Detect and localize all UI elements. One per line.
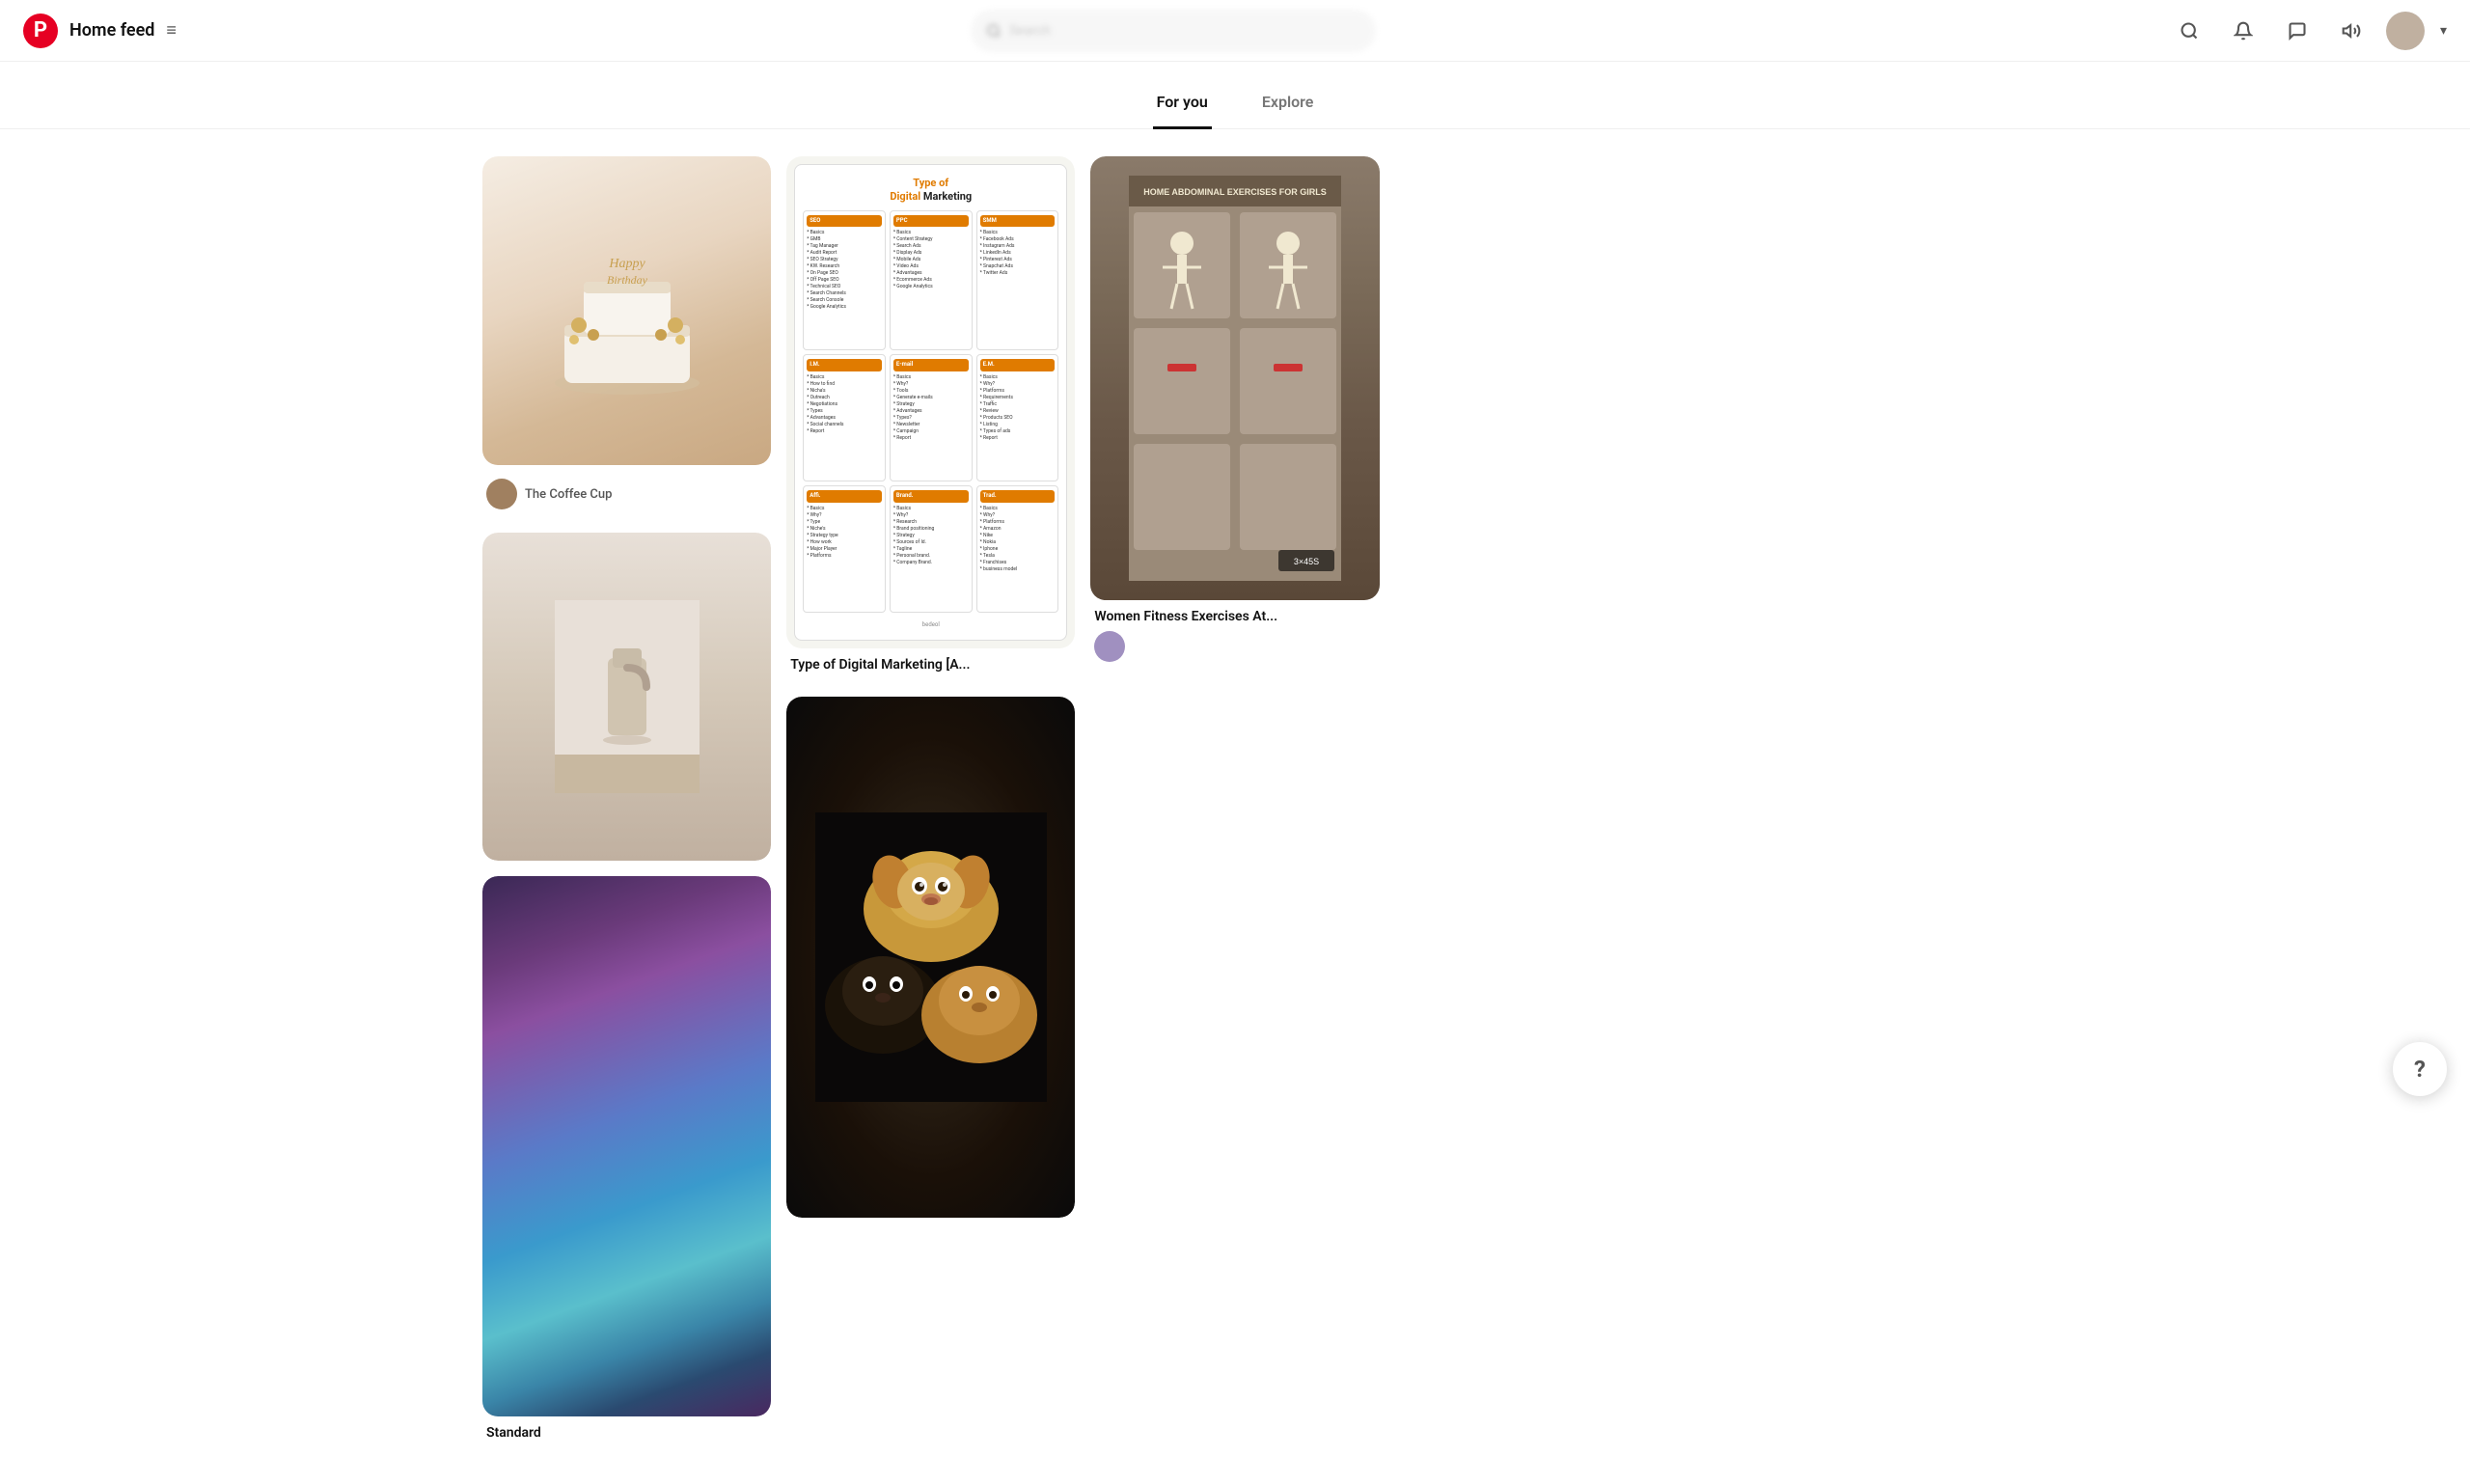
chat-icon <box>2288 21 2307 41</box>
pin-image-fitness: HOME ABDOMINAL EXERCISES FOR GIRLS <box>1090 156 1379 600</box>
dm-cell-email: E-mail * Basics* Why?* Tools* Generate e… <box>890 354 973 481</box>
user-avatar-cake <box>486 479 517 509</box>
tab-explore[interactable]: Explore <box>1258 77 1318 129</box>
svg-text:3×45S: 3×45S <box>1294 557 1319 566</box>
dm-inner: Type of Digital Marketing SEO * Basics* … <box>794 164 1067 641</box>
pinterest-logo[interactable]: P <box>23 14 58 48</box>
svg-text:Birthday: Birthday <box>607 273 648 287</box>
search-placeholder: Search <box>1009 23 1051 39</box>
header-left: P Home feed ≡ <box>23 14 177 48</box>
announcements-button[interactable] <box>2332 12 2371 50</box>
main-content: Happy Birthday The Coffee Cup <box>0 137 2470 1484</box>
user-avatar-fitness <box>1094 631 1125 662</box>
search-button[interactable] <box>2170 12 2209 50</box>
dm-cell-brand: Brand. * Basics* Why?* Research* Brand p… <box>890 485 973 613</box>
messages-button[interactable] <box>2278 12 2317 50</box>
pin-title-fitness: Women Fitness Exercises At... <box>1094 608 1375 625</box>
avatar[interactable] <box>2386 12 2425 50</box>
dm-footer: bedeol <box>803 618 1058 628</box>
dm-cell-affi: Affi. * Basics* Why?* Type* Niche's* Str… <box>803 485 886 613</box>
pin-image-abstract <box>482 876 771 1416</box>
dm-cell-ppc: PPC * Basics* Content Strategy* Search A… <box>890 210 973 351</box>
menu-icon[interactable]: ≡ <box>166 20 177 41</box>
interior-illustration <box>555 600 700 793</box>
notifications-button[interactable] <box>2224 12 2263 50</box>
header-center: Search <box>177 10 2170 52</box>
masonry-grid: Happy Birthday The Coffee Cup <box>482 156 1988 1465</box>
pin-card-interior[interactable] <box>482 533 771 861</box>
pin-card-fitness[interactable]: HOME ABDOMINAL EXERCISES FOR GIRLS <box>1090 156 1379 670</box>
dm-cell-smm: SMM * Basics* Facebook Ads* Instagram Ad… <box>976 210 1059 351</box>
pin-image-cake: Happy Birthday <box>482 156 771 465</box>
pin-title-digital-marketing: Type of Digital Marketing [A... <box>790 656 1071 673</box>
header: P Home feed ≡ Search <box>0 0 2470 62</box>
search-icon-header <box>2180 21 2199 41</box>
pin-image-interior <box>482 533 771 861</box>
pin-image-puppies <box>786 697 1075 1218</box>
puppies-illustration <box>815 812 1047 1102</box>
pin-image-digital-marketing: Type of Digital Marketing SEO * Basics* … <box>786 156 1075 648</box>
pin-user-row-cake: The Coffee Cup <box>486 479 767 509</box>
dm-cell-im: I.M. * Basics* How to find* Nicha's* Out… <box>803 354 886 481</box>
pin-info-cake: The Coffee Cup <box>482 465 771 517</box>
svg-text:HOME ABDOMINAL EXERCISES FOR G: HOME ABDOMINAL EXERCISES FOR GIRLS <box>1143 187 1327 197</box>
pin-card-digital-marketing[interactable]: Type of Digital Marketing SEO * Basics* … <box>786 156 1075 681</box>
svg-text:Happy: Happy <box>608 257 645 271</box>
pin-card-puppies[interactable] <box>786 697 1075 1218</box>
pin-info-digital-marketing: Type of Digital Marketing [A... <box>786 648 1075 681</box>
search-bar[interactable]: Search <box>971 10 1376 52</box>
pin-card-cake[interactable]: Happy Birthday The Coffee Cup <box>482 156 771 517</box>
tab-for-you[interactable]: For you <box>1153 77 1212 129</box>
search-icon <box>986 23 1002 39</box>
dm-cell-em: E.M. * Basics* Why?* Platforms* Requirem… <box>976 354 1059 481</box>
dm-cell-trad: Trad. * Basics* Why?* Platforms* Amazon*… <box>976 485 1059 613</box>
pin-user-row-fitness <box>1094 631 1375 662</box>
dm-grid: SEO * Basics* GMB* Tag Manager* Audit Re… <box>803 210 1058 613</box>
cake-illustration: Happy Birthday <box>531 214 724 407</box>
dm-cell-seo: SEO * Basics* GMB* Tag Manager* Audit Re… <box>803 210 886 351</box>
user-name-cake: The Coffee Cup <box>525 487 612 502</box>
header-right: ▾ <box>2170 12 2447 50</box>
pin-info-fitness: Women Fitness Exercises At... <box>1090 600 1379 670</box>
dm-title: Type of Digital Marketing <box>803 177 1058 205</box>
header-title: Home feed <box>69 20 154 41</box>
fitness-illustration: HOME ABDOMINAL EXERCISES FOR GIRLS <box>1129 176 1341 581</box>
pin-info-abstract: Standard <box>482 1416 771 1449</box>
pin-card-abstract[interactable]: Standard <box>482 876 771 1449</box>
account-chevron[interactable]: ▾ <box>2440 23 2447 39</box>
bell-icon <box>2234 21 2253 41</box>
help-button[interactable]: ? <box>2393 1042 2447 1096</box>
pin-title-abstract: Standard <box>486 1424 767 1442</box>
megaphone-icon <box>2342 21 2361 41</box>
